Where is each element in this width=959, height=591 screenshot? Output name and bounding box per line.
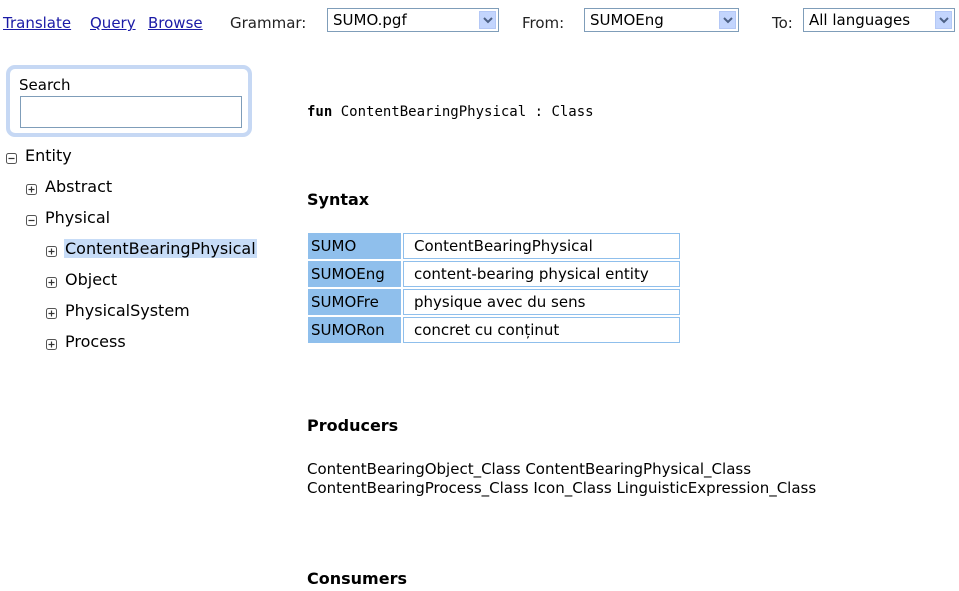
- syntax-heading: Syntax: [307, 190, 370, 209]
- search-label: Search: [19, 76, 71, 94]
- expand-icon[interactable]: [46, 336, 57, 350]
- linearization-cell: ContentBearingPhysical: [403, 233, 680, 259]
- language-cell: SUMOEng: [308, 261, 401, 287]
- producers-line-2: ContentBearingProcess_Class Icon_Class L…: [307, 479, 817, 497]
- expand-icon[interactable]: [46, 305, 57, 319]
- chevron-down-icon[interactable]: [479, 11, 496, 29]
- expand-icon[interactable]: [26, 181, 37, 195]
- fun-keyword: fun: [307, 104, 333, 120]
- language-cell: SUMORon: [308, 317, 401, 343]
- language-cell: SUMO: [308, 233, 401, 259]
- from-select[interactable]: SUMOEng: [584, 8, 739, 32]
- table-row: SUMOEng content-bearing physical entity: [308, 261, 680, 287]
- table-row: SUMOFre physique avec du sens: [308, 289, 680, 315]
- table-row: SUMO ContentBearingPhysical: [308, 233, 680, 259]
- expand-icon[interactable]: [46, 274, 57, 288]
- function-signature: fun ContentBearingPhysical : Class: [307, 104, 594, 120]
- tree-item-label[interactable]: PhysicalSystem: [65, 301, 190, 320]
- tree-item-label[interactable]: Process: [65, 332, 126, 351]
- language-cell: SUMOFre: [308, 289, 401, 315]
- fun-signature-text: ContentBearingPhysical : Class: [332, 104, 594, 120]
- tree-item-label[interactable]: ContentBearingPhysical: [64, 239, 257, 258]
- from-select-value: SUMOEng: [590, 11, 664, 29]
- expand-icon[interactable]: [46, 243, 57, 257]
- chevron-down-icon[interactable]: [935, 11, 952, 29]
- top-toolbar: Translate Query Browse Grammar: SUMO.pgf…: [0, 0, 959, 40]
- to-select[interactable]: All languages: [803, 8, 955, 32]
- grammar-select-value: SUMO.pgf: [333, 11, 407, 29]
- table-row: SUMORon concret cu conținut: [308, 317, 680, 343]
- grammar-select[interactable]: SUMO.pgf: [327, 8, 499, 32]
- chevron-down-icon[interactable]: [719, 11, 736, 29]
- to-select-value: All languages: [809, 11, 911, 29]
- search-input[interactable]: [20, 96, 242, 128]
- tree-item-label[interactable]: Object: [65, 270, 117, 289]
- grammar-label: Grammar:: [230, 14, 307, 32]
- collapse-icon[interactable]: [26, 212, 37, 226]
- translate-link[interactable]: Translate: [3, 14, 71, 32]
- browse-link[interactable]: Browse: [148, 14, 203, 32]
- linearization-cell: content-bearing physical entity: [403, 261, 680, 287]
- search-panel: Search: [6, 65, 252, 137]
- syntax-table: SUMO ContentBearingPhysical SUMOEng content…: [306, 231, 682, 345]
- collapse-icon[interactable]: [6, 150, 17, 164]
- linearization-cell: concret cu conținut: [403, 317, 680, 343]
- consumers-heading: Consumers: [307, 569, 407, 588]
- from-label: From:: [522, 14, 565, 32]
- tree-item-label[interactable]: Physical: [45, 208, 110, 227]
- linearization-cell: physique avec du sens: [403, 289, 680, 315]
- tree-item-label[interactable]: Entity: [25, 146, 72, 165]
- tree-item-label[interactable]: Abstract: [45, 177, 112, 196]
- query-link[interactable]: Query: [90, 14, 136, 32]
- producers-line-1: ContentBearingObject_Class ContentBearin…: [307, 460, 752, 478]
- to-label: To:: [772, 14, 793, 32]
- producers-heading: Producers: [307, 416, 399, 435]
